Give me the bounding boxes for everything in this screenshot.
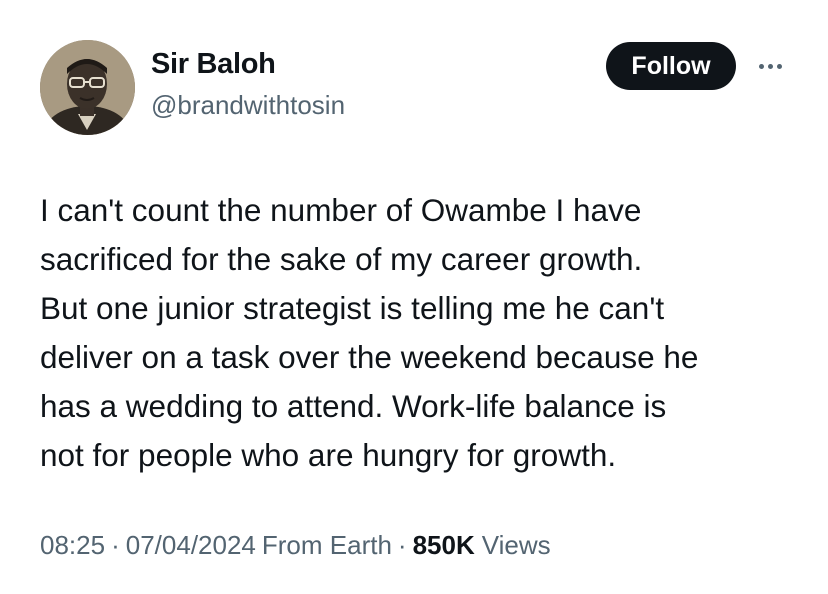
author-display-name[interactable]: Sir Baloh (151, 48, 276, 81)
tweet-meta: 08:25 · 07/04/2024 From Earth · 850K Vie… (40, 530, 551, 561)
meta-separator: · (111, 530, 120, 560)
views-label: Views (481, 530, 551, 560)
avatar[interactable] (40, 40, 135, 135)
ellipsis-icon (767, 63, 773, 69)
tweet-source: From Earth (261, 530, 392, 560)
ellipsis-icon (776, 63, 782, 69)
meta-separator: · (397, 530, 407, 560)
profile-photo-icon (40, 40, 135, 135)
tweet-time[interactable]: 08:25 (40, 530, 105, 561)
follow-button[interactable]: Follow (606, 42, 736, 90)
views-count[interactable]: 850K (413, 530, 475, 561)
more-options-button[interactable] (752, 54, 788, 78)
author-handle[interactable]: @brandwithtosin (151, 90, 345, 121)
tweet-date[interactable]: 07/04/2024 (126, 530, 256, 561)
tweet-text: I can't count the number of Owambe I hav… (40, 192, 699, 473)
ellipsis-icon (758, 63, 764, 69)
